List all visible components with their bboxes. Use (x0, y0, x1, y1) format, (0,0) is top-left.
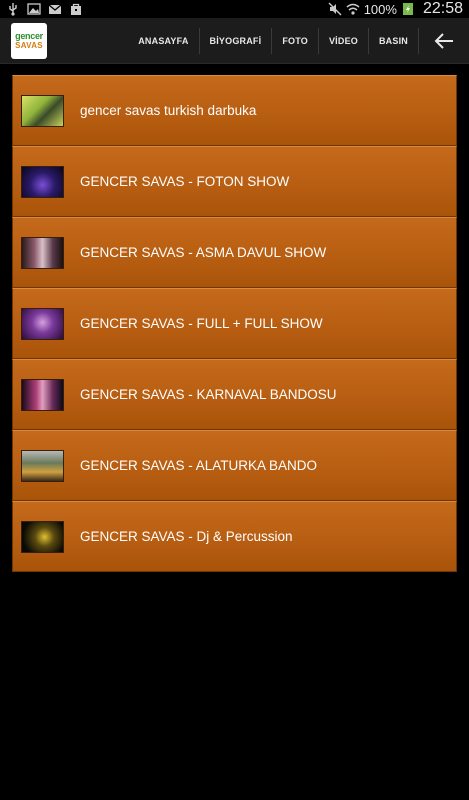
video-title: gencer savas turkish darbuka (80, 103, 257, 118)
video-title: GENCER SAVAS - FOTON SHOW (80, 174, 290, 189)
clock: 22:58 (422, 0, 463, 17)
video-title: GENCER SAVAS - FULL + FULL SHOW (80, 316, 323, 331)
video-item-full-full-show[interactable]: GENCER SAVAS - FULL + FULL SHOW (12, 288, 457, 359)
app-bar: gencer SAVAS ANASAYFA BİYOGRAFİ FOTO VİD… (0, 18, 469, 64)
status-left (6, 0, 83, 18)
video-title: GENCER SAVAS - ALATURKA BANDO (80, 458, 318, 473)
video-title: GENCER SAVAS - Dj & Percussion (80, 529, 293, 544)
video-item-alaturka-bando[interactable]: GENCER SAVAS - ALATURKA BANDO (12, 430, 457, 501)
status-bar: 100% 22:58 (0, 0, 469, 18)
top-nav: ANASAYFA BİYOGRAFİ FOTO VİDEO BASIN (128, 18, 469, 64)
video-thumbnail (21, 378, 64, 411)
video-item-dj-percussion[interactable]: GENCER SAVAS - Dj & Percussion (12, 501, 457, 572)
video-item-foton-show[interactable]: GENCER SAVAS - FOTON SHOW (12, 146, 457, 217)
battery-text: 100% (363, 1, 397, 17)
back-button[interactable] (419, 18, 469, 64)
video-title: GENCER SAVAS - KARNAVAL BANDOSU (80, 387, 337, 402)
bag-icon (71, 3, 81, 15)
video-thumbnail (21, 307, 64, 340)
logo-text-bottom: SAVAS (15, 40, 43, 50)
app-logo[interactable]: gencer SAVAS (11, 22, 47, 59)
video-thumbnail (21, 94, 64, 127)
nav-anasayfa[interactable]: ANASAYFA (128, 27, 200, 54)
video-item-asma-davul-show[interactable]: GENCER SAVAS - ASMA DAVUL SHOW (12, 217, 457, 288)
usb-icon (9, 3, 17, 16)
status-right: 100% 22:58 (328, 0, 463, 18)
video-thumbnail (21, 449, 64, 482)
arrow-left-icon (434, 32, 453, 49)
mute-icon (328, 2, 342, 16)
video-thumbnail (21, 520, 64, 553)
image-icon (27, 3, 41, 15)
video-list: gencer savas turkish darbuka GENCER SAVA… (12, 75, 457, 572)
video-thumbnail (21, 165, 64, 198)
video-title: GENCER SAVAS - ASMA DAVUL SHOW (80, 245, 327, 260)
wifi-icon (346, 3, 360, 15)
logo-text-top: gencer (15, 30, 43, 41)
nav-biyografi[interactable]: BİYOGRAFİ (200, 27, 273, 54)
video-item-turkish-darbuka[interactable]: gencer savas turkish darbuka (12, 75, 457, 146)
nav-basin[interactable]: BASIN (369, 27, 419, 54)
nav-video[interactable]: VİDEO (319, 27, 369, 54)
video-item-karnaval-bandosu[interactable]: GENCER SAVAS - KARNAVAL BANDOSU (12, 359, 457, 430)
nav-foto[interactable]: FOTO (272, 27, 319, 54)
video-thumbnail (21, 236, 64, 269)
battery-charging-icon (402, 3, 413, 15)
gmail-icon (48, 4, 62, 14)
